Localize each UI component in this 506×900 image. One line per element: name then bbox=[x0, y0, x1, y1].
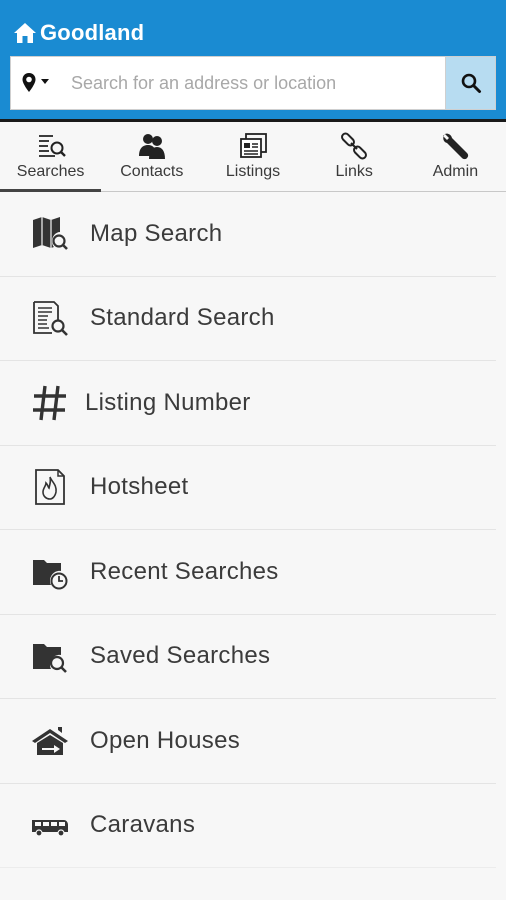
hash-icon bbox=[33, 385, 66, 420]
menu-item-label: Open Houses bbox=[90, 726, 241, 754]
menu-item-standard-search[interactable]: Standard Search bbox=[0, 277, 496, 361]
brand[interactable]: Goodland bbox=[13, 20, 144, 46]
contacts-icon bbox=[138, 134, 165, 159]
link-icon bbox=[341, 132, 368, 160]
menu-item-label: Hotsheet bbox=[90, 473, 189, 501]
map-search-icon bbox=[33, 216, 68, 250]
menu-item-label: Standard Search bbox=[90, 304, 275, 332]
menu-item-label: Recent Searches bbox=[90, 557, 279, 585]
fire-document-icon bbox=[35, 469, 65, 506]
open-house-icon bbox=[32, 726, 68, 755]
folder-clock-icon bbox=[33, 559, 68, 590]
tab-contacts[interactable]: Contacts bbox=[101, 122, 202, 191]
brand-name: Goodland bbox=[40, 20, 145, 45]
location-dropdown[interactable] bbox=[11, 57, 63, 109]
home-icon bbox=[14, 23, 36, 43]
menu-item-label: Saved Searches bbox=[90, 642, 271, 670]
bus-icon bbox=[32, 820, 68, 837]
menu-item-saved-searches[interactable]: Saved Searches bbox=[0, 615, 496, 699]
tab-label: Contacts bbox=[120, 163, 184, 180]
tab-admin[interactable]: Admin bbox=[405, 122, 506, 191]
menu-item-label: Caravans bbox=[90, 811, 196, 839]
document-search-icon bbox=[33, 301, 68, 337]
tab-label: Admin bbox=[432, 163, 479, 180]
tab-searches[interactable]: Searches bbox=[0, 122, 102, 192]
search-icon bbox=[461, 73, 481, 93]
menu-item-label: Map Search bbox=[90, 219, 223, 247]
listings-icon bbox=[240, 133, 267, 158]
search-button[interactable] bbox=[445, 57, 495, 109]
search-input[interactable] bbox=[63, 57, 445, 109]
menu-item-caravans[interactable]: Caravans bbox=[0, 784, 496, 868]
tab-label: Searches bbox=[16, 163, 85, 180]
search-list-icon bbox=[38, 135, 66, 157]
folder-search-icon bbox=[33, 644, 67, 674]
wrench-icon bbox=[443, 133, 469, 160]
tab-bar: Searches Contacts Listings Links Admin bbox=[0, 122, 506, 192]
tab-label: Links bbox=[335, 163, 373, 180]
search-bar bbox=[10, 56, 496, 110]
location-pin-icon bbox=[22, 73, 49, 92]
menu-item-listing-number[interactable]: Listing Number bbox=[0, 361, 496, 446]
search-menu-list: Map Search Standard Search Listing Numbe… bbox=[0, 192, 506, 868]
tab-label: Listings bbox=[225, 163, 281, 180]
menu-item-map-search[interactable]: Map Search bbox=[0, 192, 496, 277]
app-header: Goodland bbox=[0, 0, 506, 122]
menu-item-label: Listing Number bbox=[85, 388, 251, 416]
menu-item-recent-searches[interactable]: Recent Searches bbox=[0, 530, 496, 615]
menu-item-hotsheet[interactable]: Hotsheet bbox=[0, 446, 496, 530]
tab-links[interactable]: Links bbox=[304, 122, 405, 191]
menu-item-open-houses[interactable]: Open Houses bbox=[0, 699, 496, 784]
tab-listings[interactable]: Listings bbox=[202, 122, 303, 191]
